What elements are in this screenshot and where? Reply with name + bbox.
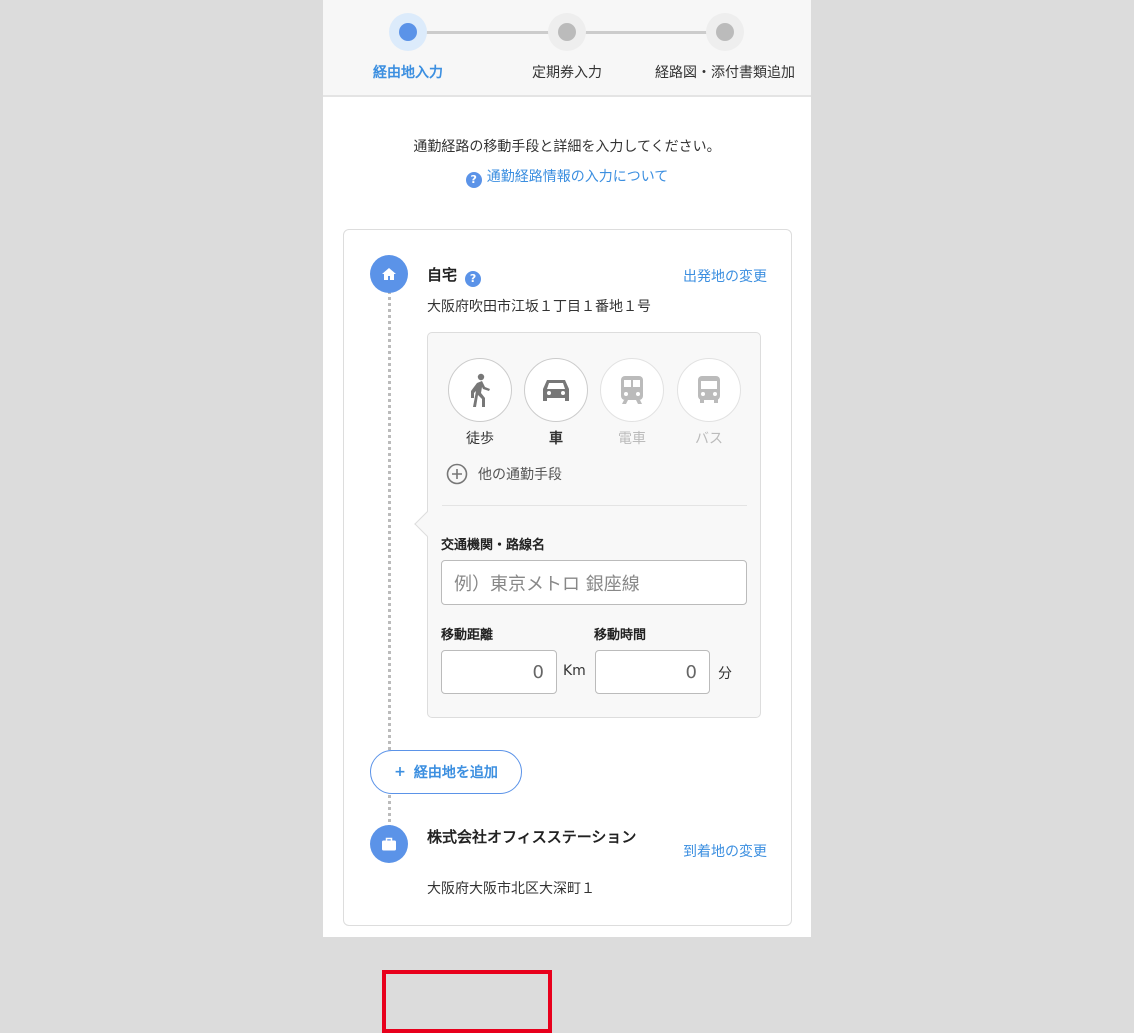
segment-panel: 徒歩 車 電車 バス 他の通勤手段 交通機関・路線名 例）東京メトロ 銀座線 移… xyxy=(414,332,761,718)
plus-circle-icon xyxy=(446,463,468,485)
change-origin-link[interactable]: 出発地の変更 xyxy=(683,266,767,286)
step-3-marker xyxy=(706,13,744,51)
change-destination-link[interactable]: 到着地の変更 xyxy=(683,841,767,861)
mode-train-button[interactable] xyxy=(600,358,664,422)
other-modes-label: 他の通勤手段 xyxy=(478,467,562,483)
bus-icon xyxy=(698,376,720,403)
distance-unit: Km xyxy=(563,663,586,679)
step-1-label: 経由地入力 xyxy=(373,65,443,81)
step-3-label: 経路図・添付書類追加 xyxy=(655,65,795,81)
time-value: 0 xyxy=(685,661,697,683)
help-link[interactable]: ? 通勤経路情報の入力について xyxy=(323,166,811,188)
mode-walk-button[interactable] xyxy=(448,358,512,422)
question-icon[interactable]: ? xyxy=(465,270,482,287)
step-1-marker xyxy=(389,13,427,51)
highlight-box xyxy=(382,970,552,1033)
distance-label: 移動距離 xyxy=(441,628,494,643)
step-2-label: 定期券入力 xyxy=(532,65,602,81)
mode-bus-button[interactable] xyxy=(677,358,741,422)
route-card: 自宅? 出発地の変更 大阪府吹田市江坂１丁目１番地１号 徒歩 車 電車 バス 他… xyxy=(343,229,792,1033)
origin-name: 自宅? xyxy=(427,264,486,287)
route-name-label: 交通機関・路線名 xyxy=(441,538,546,553)
briefcase-icon xyxy=(370,825,408,863)
callout-arrow xyxy=(414,511,440,537)
train-icon xyxy=(621,376,643,404)
mode-walk-label: 徒歩 xyxy=(466,431,494,447)
help-link-label: 通勤経路情報の入力について xyxy=(486,169,669,185)
divider xyxy=(442,505,747,506)
mode-train-label: 電車 xyxy=(618,431,646,447)
mode-bus-label: バス xyxy=(695,431,723,447)
mode-car-button[interactable] xyxy=(524,358,588,422)
stepper: 経由地入力 定期券入力 経路図・添付書類追加 xyxy=(323,0,811,97)
route-name-placeholder: 例）東京メトロ 銀座線 xyxy=(454,573,640,595)
other-modes-button[interactable]: 他の通勤手段 xyxy=(446,463,562,485)
time-label: 移動時間 xyxy=(594,628,647,643)
car-icon xyxy=(543,380,569,401)
time-unit: 分 xyxy=(718,666,732,682)
add-waypoint-label: 経由地を追加 xyxy=(413,765,498,781)
plus-icon: + xyxy=(394,764,406,780)
intro-text: 通勤経路の移動手段と詳細を入力してください。 xyxy=(413,139,721,155)
question-icon: ? xyxy=(465,171,482,188)
destination-address: 大阪府大阪市北区大深町１ xyxy=(427,881,595,897)
walk-icon xyxy=(471,373,490,407)
route-name-input[interactable]: 例）東京メトロ 銀座線 xyxy=(441,560,747,605)
distance-value: 0 xyxy=(532,661,544,683)
panel: 経由地入力 定期券入力 経路図・添付書類追加 通勤経路の移動手段と詳細を入力して… xyxy=(323,0,811,1033)
time-input[interactable]: 0 xyxy=(595,650,710,694)
home-icon xyxy=(370,255,408,293)
step-2-marker xyxy=(548,13,586,51)
distance-input[interactable]: 0 xyxy=(441,650,557,694)
mode-car-label: 車 xyxy=(549,431,563,447)
origin-address: 大阪府吹田市江坂１丁目１番地１号 xyxy=(427,299,651,315)
destination-name: 株式会社オフィスステーション xyxy=(427,828,637,846)
add-waypoint-button[interactable]: + 経由地を追加 xyxy=(370,750,522,794)
